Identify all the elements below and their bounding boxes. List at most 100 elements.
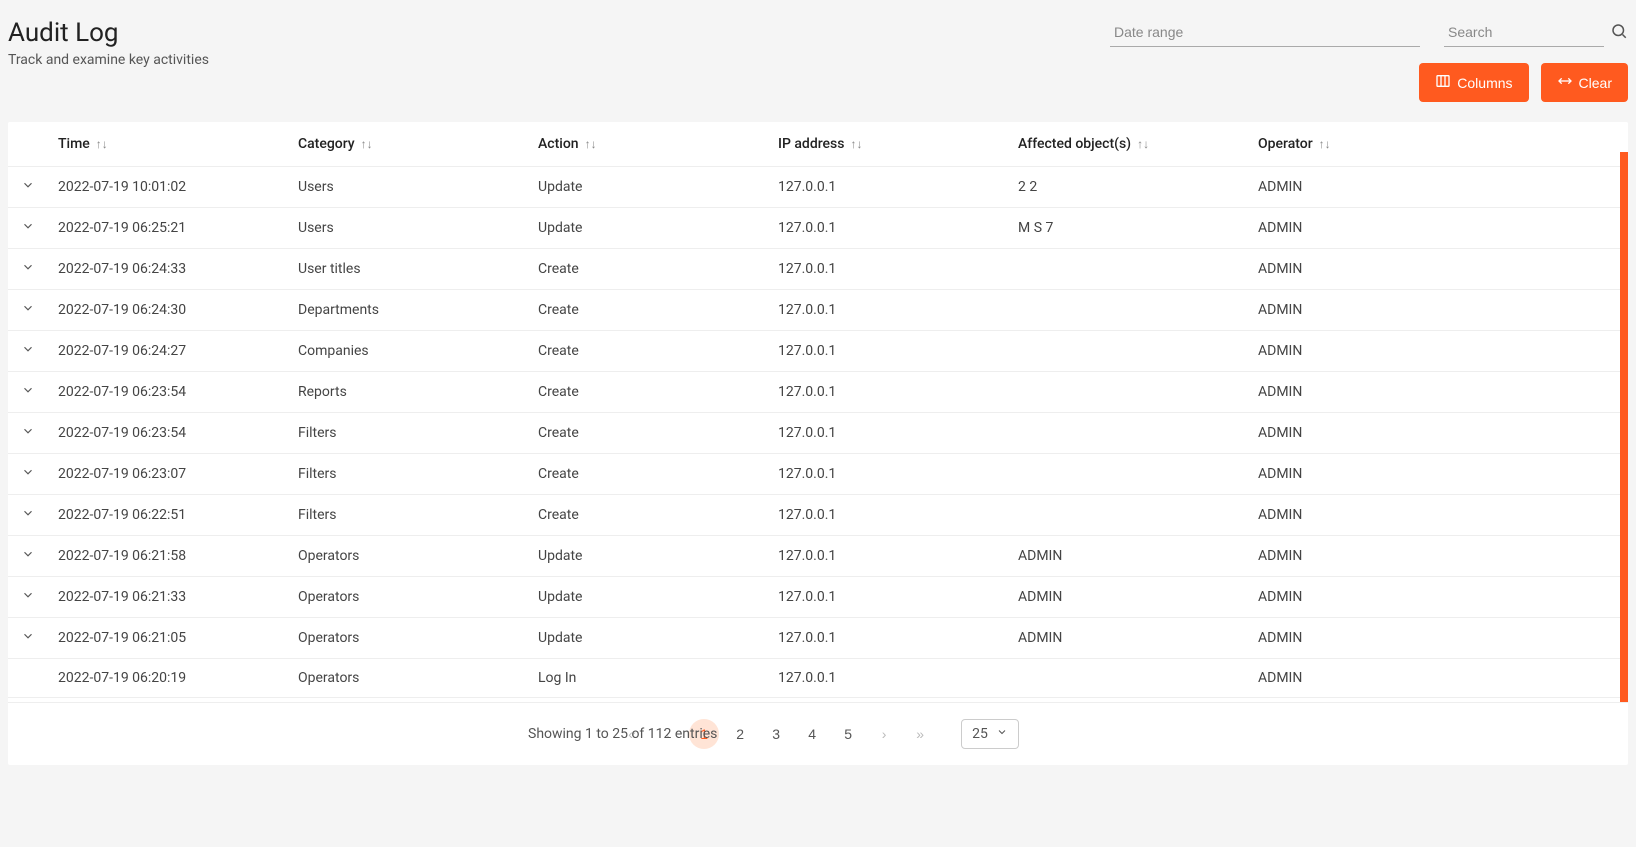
clear-button[interactable]: Clear	[1541, 63, 1628, 102]
audit-table: Time↑↓ Category↑↓ Action↑↓ IP address↑↓ …	[8, 122, 1628, 765]
table-row[interactable]: 2022-07-19 06:23:07FiltersCreate127.0.0.…	[8, 454, 1628, 495]
cell-time: 2022-07-19 06:20:19	[48, 659, 288, 698]
cell-category: Departments	[288, 290, 528, 331]
cell-time: 2022-07-19 06:24:33	[48, 249, 288, 290]
cell-time: 2022-07-19 06:23:07	[48, 454, 288, 495]
page-number-button[interactable]: 3	[761, 719, 791, 749]
cell-category: User titles	[288, 249, 528, 290]
cell-operator: ADMIN	[1248, 495, 1628, 536]
cell-action: Update	[528, 618, 768, 659]
cell-ip: 127.0.0.1	[768, 536, 1008, 577]
cell-objects	[1008, 249, 1248, 290]
chevron-down-icon[interactable]	[21, 260, 35, 278]
page-size-select[interactable]: 25	[961, 719, 1019, 749]
cell-action: Create	[528, 331, 768, 372]
table-row[interactable]: 2022-07-19 06:20:19OperatorsLog In127.0.…	[8, 659, 1628, 698]
scrollbar[interactable]	[1620, 152, 1628, 702]
chevron-down-icon[interactable]	[21, 424, 35, 442]
chevron-down-icon[interactable]	[21, 219, 35, 237]
chevron-down-icon[interactable]	[21, 629, 35, 647]
chevron-down-icon[interactable]	[21, 342, 35, 360]
table-row[interactable]: 2022-07-19 06:23:54FiltersCreate127.0.0.…	[8, 413, 1628, 454]
cell-action: Create	[528, 413, 768, 454]
cell-objects	[1008, 495, 1248, 536]
col-header-ip[interactable]: IP address↑↓	[778, 136, 862, 152]
cell-ip: 127.0.0.1	[768, 167, 1008, 208]
cell-time: 2022-07-19 10:01:02	[48, 167, 288, 208]
cell-action: Log In	[528, 659, 768, 698]
cell-category: Filters	[288, 413, 528, 454]
cell-category: Companies	[288, 331, 528, 372]
columns-button-label: Columns	[1457, 75, 1512, 91]
table-row[interactable]: 2022-07-19 06:21:33OperatorsUpdate127.0.…	[8, 577, 1628, 618]
table-row[interactable]: 2022-07-19 06:23:54ReportsCreate127.0.0.…	[8, 372, 1628, 413]
cell-ip: 127.0.0.1	[768, 454, 1008, 495]
table-row[interactable]: 2022-07-19 06:24:27CompaniesCreate127.0.…	[8, 331, 1628, 372]
table-row[interactable]: 2022-07-19 06:21:05OperatorsUpdate127.0.…	[8, 618, 1628, 659]
cell-time: 2022-07-19 06:21:05	[48, 618, 288, 659]
col-header-time[interactable]: Time↑↓	[58, 136, 108, 152]
col-header-operator[interactable]: Operator↑↓	[1258, 136, 1331, 152]
table-row[interactable]: 2022-07-19 06:22:51FiltersCreate127.0.0.…	[8, 495, 1628, 536]
sort-icon: ↑↓	[585, 137, 597, 151]
cell-action: Create	[528, 454, 768, 495]
col-header-objects[interactable]: Affected object(s)↑↓	[1018, 136, 1149, 152]
cell-category: Operators	[288, 618, 528, 659]
chevron-down-icon[interactable]	[21, 506, 35, 524]
cell-time: 2022-07-19 06:24:30	[48, 290, 288, 331]
cell-category: Operators	[288, 659, 528, 698]
cell-operator: ADMIN	[1248, 618, 1628, 659]
cell-action: Create	[528, 372, 768, 413]
chevron-down-icon[interactable]	[21, 465, 35, 483]
col-header-category[interactable]: Category↑↓	[298, 136, 373, 152]
table-row[interactable]: 2022-07-19 10:01:02UsersUpdate127.0.0.12…	[8, 167, 1628, 208]
cell-action: Update	[528, 536, 768, 577]
search-icon[interactable]	[1610, 22, 1628, 44]
table-row[interactable]: 2022-07-19 06:21:58OperatorsUpdate127.0.…	[8, 536, 1628, 577]
date-range-input[interactable]	[1110, 18, 1420, 47]
cell-action: Create	[528, 249, 768, 290]
cell-objects	[1008, 659, 1248, 698]
cell-ip: 127.0.0.1	[768, 290, 1008, 331]
cell-category: Operators	[288, 577, 528, 618]
chevron-down-icon[interactable]	[21, 383, 35, 401]
chevron-down-icon[interactable]	[21, 547, 35, 565]
page-title: Audit Log	[8, 18, 209, 48]
chevron-down-icon[interactable]	[21, 301, 35, 319]
cell-objects	[1008, 413, 1248, 454]
cell-operator: ADMIN	[1248, 413, 1628, 454]
cell-objects: ADMIN	[1008, 618, 1248, 659]
page-number-button[interactable]: 4	[797, 719, 827, 749]
cell-ip: 127.0.0.1	[768, 372, 1008, 413]
columns-icon	[1435, 73, 1451, 92]
page-next-button[interactable]: ›	[869, 719, 899, 749]
sort-icon: ↑↓	[361, 137, 373, 151]
table-row[interactable]: 2022-07-19 06:24:30DepartmentsCreate127.…	[8, 290, 1628, 331]
table-row[interactable]: 2022-07-19 06:25:21UsersUpdate127.0.0.1M…	[8, 208, 1628, 249]
table-footer: Showing 1 to 25 of 112 entries «‹12345›»…	[8, 702, 1628, 765]
columns-button[interactable]: Columns	[1419, 63, 1528, 102]
chevron-down-icon	[996, 726, 1008, 742]
table-row[interactable]: 2022-07-19 06:24:33User titlesCreate127.…	[8, 249, 1628, 290]
chevron-down-icon[interactable]	[21, 178, 35, 196]
page-last-button[interactable]: »	[905, 719, 935, 749]
chevron-down-icon[interactable]	[21, 588, 35, 606]
search-input[interactable]	[1444, 18, 1604, 47]
cell-action: Create	[528, 495, 768, 536]
cell-objects: M S 7	[1008, 208, 1248, 249]
page-number-button[interactable]: 5	[833, 719, 863, 749]
cell-operator: ADMIN	[1248, 577, 1628, 618]
cell-ip: 127.0.0.1	[768, 331, 1008, 372]
sort-icon: ↑↓	[850, 137, 862, 151]
cell-operator: ADMIN	[1248, 454, 1628, 495]
cell-time: 2022-07-19 06:25:21	[48, 208, 288, 249]
cell-ip: 127.0.0.1	[768, 249, 1008, 290]
cell-objects	[1008, 290, 1248, 331]
cell-ip: 127.0.0.1	[768, 618, 1008, 659]
cell-ip: 127.0.0.1	[768, 495, 1008, 536]
page-number-button[interactable]: 2	[725, 719, 755, 749]
cell-category: Users	[288, 208, 528, 249]
cell-category: Users	[288, 167, 528, 208]
pagination-info: Showing 1 to 25 of 112 entries	[528, 726, 717, 742]
col-header-action[interactable]: Action↑↓	[538, 136, 597, 152]
